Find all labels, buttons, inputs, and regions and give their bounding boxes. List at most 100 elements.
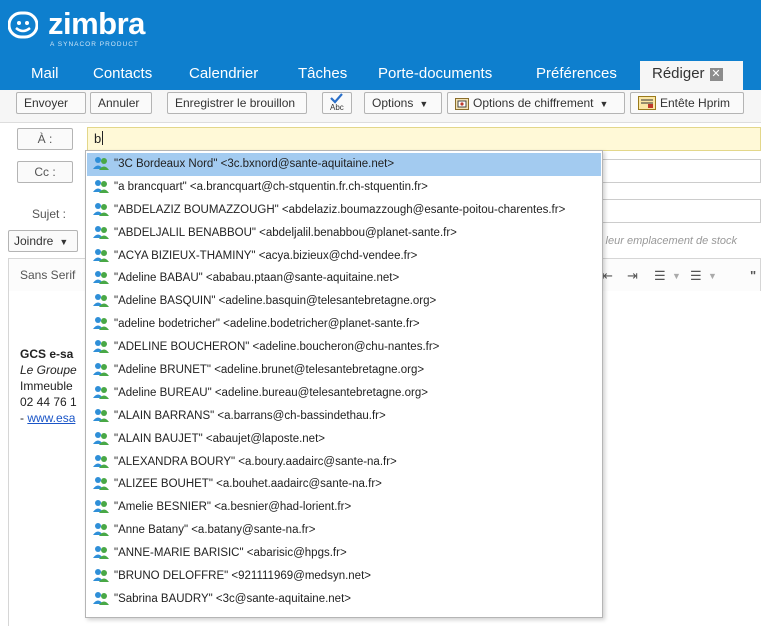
- autocomplete-item[interactable]: "Adeline BRUNET" <adeline.brunet@telesan…: [87, 359, 601, 382]
- autocomplete-item-label: "3C Bordeaux Nord" <3c.bxnord@sante-aqui…: [114, 158, 395, 170]
- contact-group-icon: [93, 499, 109, 514]
- contact-group-icon: [93, 248, 109, 262]
- signature-org: GCS e-sa: [20, 347, 74, 361]
- logo-subtitle: A SYNACOR PRODUCT: [50, 41, 139, 48]
- autocomplete-item-label: "ADELINE BOUCHERON" <adeline.boucheron@c…: [114, 341, 440, 354]
- autocomplete-item-label: "ANNE-MARIE BARISIC" <abarisic@hpgs.fr>: [114, 547, 347, 560]
- chevron-down-icon[interactable]: ▼: [708, 271, 717, 281]
- contact-group-icon: [93, 339, 109, 354]
- autocomplete-popup: "3C Bordeaux Nord" <3c.bxnord@sante-aqui…: [85, 150, 603, 618]
- autocomplete-item-label: "Amelie BESNIER" <a.besnier@had-lorient.…: [114, 501, 352, 514]
- attach-dropdown[interactable]: Joindre ▼: [8, 230, 78, 252]
- signature-phone: 02 44 76 1: [20, 395, 77, 409]
- autocomplete-item-label: "ABDELJALIL BENABBOU" <abdeljalil.benabb…: [114, 226, 457, 239]
- signature-link-line: - www.esa: [20, 411, 75, 425]
- contact-group-icon: [93, 431, 109, 445]
- font-family-select[interactable]: Sans Serif: [20, 268, 75, 282]
- quote-icon[interactable]: ": [750, 268, 756, 283]
- autocomplete-item[interactable]: "ALAIN BARRANS" <a.barrans@ch-bassindeth…: [87, 405, 601, 428]
- tab-mail[interactable]: Mail: [31, 65, 59, 82]
- autocomplete-item[interactable]: "BRUNO DELOFFRE" <921111969@medsyn.net>: [87, 565, 601, 588]
- autocomplete-item[interactable]: "ACYA BIZIEUX-THAMINY" <acya.bizieux@chd…: [87, 245, 601, 268]
- tab-taches[interactable]: Tâches: [298, 65, 347, 82]
- autocomplete-item[interactable]: "ALEXANDRA BOURY" <a.boury.aadairc@sante…: [87, 451, 601, 474]
- autocomplete-item[interactable]: "Adeline BUREAU" <adeline.bureau@telesan…: [87, 382, 601, 405]
- autocomplete-item[interactable]: "ALAIN BAUJET" <abaujet@laposte.net>: [87, 428, 601, 451]
- tab-contacts[interactable]: Contacts: [93, 65, 152, 82]
- logo-text: zimbra: [48, 6, 145, 41]
- contact-group-icon: [93, 362, 109, 377]
- autocomplete-item[interactable]: "ANNE-MARIE BARISIC" <abarisic@hpgs.fr>: [87, 542, 601, 565]
- tab-rediger[interactable]: Rédiger ✕: [640, 61, 743, 90]
- options-dropdown[interactable]: Options ▼: [364, 92, 442, 114]
- spellcheck-button[interactable]: Abc: [322, 92, 352, 114]
- svg-text:Abc: Abc: [330, 103, 344, 111]
- numbered-list-icon[interactable]: ☰: [690, 268, 702, 284]
- hprim-header-label: Entête Hprim: [660, 96, 731, 110]
- autocomplete-item[interactable]: "Anne Batany" <a.batany@sante-na.fr>: [87, 519, 601, 542]
- cancel-button[interactable]: Annuler: [90, 92, 152, 114]
- tab-rediger-label: Rédiger: [652, 65, 705, 82]
- chevron-down-icon[interactable]: ▼: [672, 271, 681, 281]
- autocomplete-item-label: "Adeline BABAU" <ababau.ptaan@sante-aqui…: [114, 272, 400, 285]
- autocomplete-item[interactable]: "Sabrina BAUDRY" <3c@sante-aquitaine.net…: [87, 588, 601, 611]
- autocomplete-item[interactable]: "Adeline BABAU" <ababau.ptaan@sante-aqui…: [87, 267, 601, 290]
- to-input[interactable]: b: [87, 127, 761, 151]
- text-caret: [102, 131, 104, 145]
- contact-group-icon: [93, 225, 109, 239]
- autocomplete-item-label: "ALAIN BARRANS" <a.barrans@ch-bassindeth…: [114, 409, 386, 422]
- contact-group-icon: [93, 316, 109, 331]
- contact-group-icon: [93, 454, 109, 468]
- subject-label: Sujet :: [32, 207, 67, 221]
- tab-porte-documents[interactable]: Porte-documents: [378, 65, 492, 82]
- encryption-icon: [455, 98, 469, 110]
- autocomplete-item-label: "Anne Batany" <a.batany@sante-na.fr>: [114, 524, 316, 537]
- tab-preferences[interactable]: Préférences: [536, 65, 617, 82]
- hprim-header-button[interactable]: Entête Hprim: [630, 92, 744, 114]
- contact-group-icon: [93, 270, 109, 285]
- save-draft-button[interactable]: Enregistrer le brouillon: [167, 92, 307, 114]
- contact-group-icon: [93, 591, 109, 605]
- autocomplete-item[interactable]: "Adeline BASQUIN" <adeline.basquin@teles…: [87, 290, 601, 313]
- to-button[interactable]: À :: [17, 128, 73, 150]
- contact-group-icon: [93, 156, 109, 170]
- bullet-list-icon[interactable]: ☰: [654, 268, 666, 284]
- autocomplete-item[interactable]: "Amelie BESNIER" <a.besnier@had-lorient.…: [87, 496, 601, 519]
- autocomplete-item[interactable]: "ALIZEE BOUHET" <a.bouhet.aadairc@sante-…: [87, 473, 601, 496]
- autocomplete-item[interactable]: "ADELINE BOUCHERON" <adeline.boucheron@c…: [87, 336, 601, 359]
- hprim-icon: [638, 96, 656, 110]
- autocomplete-item-label: "BRUNO DELOFFRE" <921111969@medsyn.net>: [114, 570, 371, 583]
- cc-button[interactable]: Cc :: [17, 161, 73, 183]
- encryption-options-label: Options de chiffrement: [473, 96, 594, 110]
- contact-group-icon: [93, 568, 109, 583]
- attach-label: Joindre: [14, 234, 54, 248]
- autocomplete-item-label: "a brancquart" <a.brancquart@ch-stquenti…: [114, 180, 428, 193]
- autocomplete-item-label: "ALEXANDRA BOURY" <a.boury.aadairc@sante…: [114, 455, 397, 468]
- indent-icon[interactable]: ⇥: [627, 268, 638, 284]
- autocomplete-item[interactable]: "ABDELJALIL BENABBOU" <abdeljalil.benabb…: [87, 222, 601, 245]
- autocomplete-item-label: "Adeline BRUNET" <adeline.brunet@telesan…: [114, 364, 425, 377]
- autocomplete-item-label: "ACYA BIZIEUX-THAMINY" <acya.bizieux@chd…: [114, 249, 418, 262]
- attach-hint: s leur emplacement de stock: [597, 235, 738, 247]
- chevron-down-icon: ▼: [419, 99, 429, 109]
- outdent-icon[interactable]: ⇤: [602, 268, 613, 284]
- contact-group-icon: [93, 476, 109, 491]
- autocomplete-item-label: "ALAIN BAUJET" <abaujet@laposte.net>: [114, 432, 325, 445]
- encryption-options-dropdown[interactable]: Options de chiffrement ▼: [447, 92, 625, 114]
- contact-group-icon: [93, 522, 109, 537]
- signature-address: Immeuble: [20, 379, 73, 393]
- autocomplete-item-label: "adeline bodetricher" <adeline.bodetrich…: [114, 318, 420, 331]
- signature-link[interactable]: www.esa: [27, 411, 75, 425]
- contact-group-icon: [93, 202, 109, 216]
- send-button[interactable]: Envoyer: [16, 92, 86, 114]
- tab-calendrier[interactable]: Calendrier: [189, 65, 258, 82]
- autocomplete-item[interactable]: "ABDELAZIZ BOUMAZZOUGH" <abdelaziz.bouma…: [87, 199, 601, 222]
- autocomplete-item[interactable]: "a brancquart" <a.brancquart@ch-stquenti…: [87, 176, 601, 199]
- autocomplete-item-label: "Adeline BASQUIN" <adeline.basquin@teles…: [114, 295, 437, 308]
- autocomplete-item[interactable]: "3C Bordeaux Nord" <3c.bxnord@sante-aqui…: [87, 153, 601, 176]
- chevron-down-icon: ▼: [59, 237, 69, 247]
- contact-group-icon: [93, 179, 109, 193]
- autocomplete-item[interactable]: "adeline bodetricher" <adeline.bodetrich…: [87, 313, 601, 336]
- close-icon[interactable]: ✕: [709, 68, 723, 81]
- contact-group-icon: [93, 293, 109, 308]
